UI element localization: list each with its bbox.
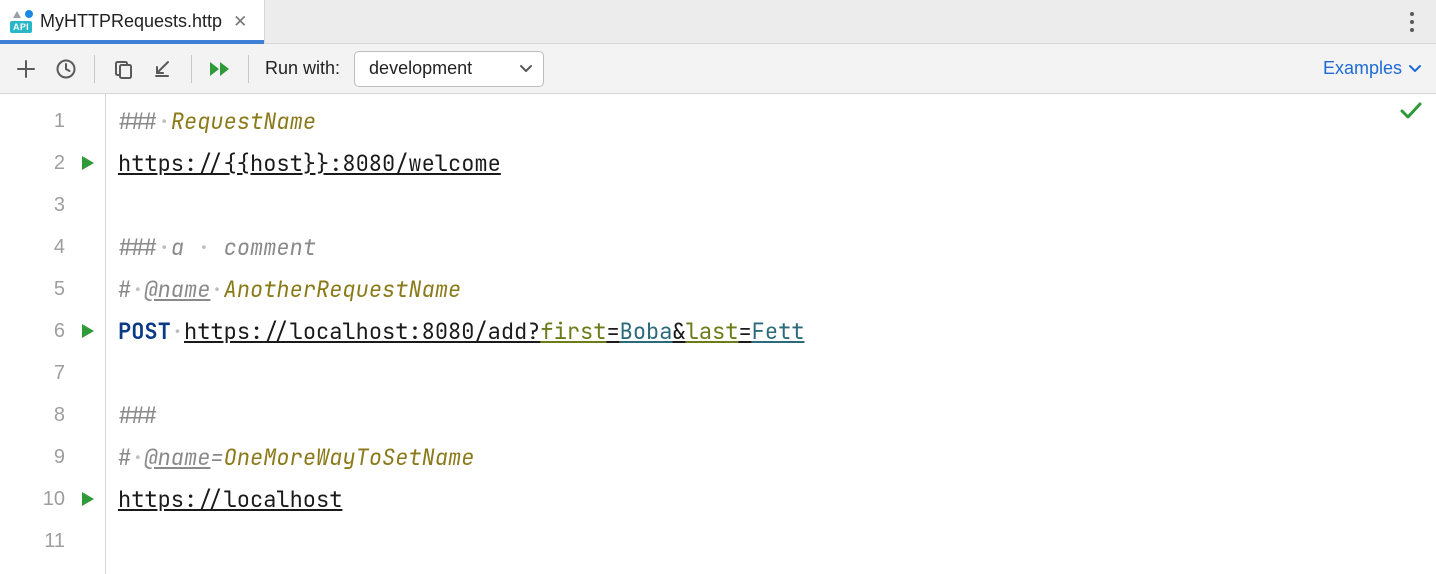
toolbar-separator [94, 55, 95, 83]
token-url: https://localhost:8080/add? [184, 317, 540, 346]
toolbar-separator [248, 55, 249, 83]
run-all-button[interactable] [202, 51, 238, 87]
code-editor[interactable]: 1 2 3 4 5 6 7 8 9 10 11 ### ·RequestName… [0, 94, 1436, 574]
run-with-label: Run with: [265, 58, 340, 79]
code-line [106, 352, 1436, 394]
tab-title: MyHTTPRequests.http [40, 11, 222, 32]
line-number: 5 [37, 278, 65, 301]
code-line [106, 520, 1436, 562]
code-area[interactable]: ### ·RequestName https://{{host}}:8080/w… [106, 94, 1436, 574]
gutter: 1 2 3 4 5 6 7 8 9 10 11 [0, 94, 106, 574]
environment-selected: development [369, 58, 472, 79]
tab-bar: API MyHTTPRequests.http ✕ [0, 0, 1436, 44]
line-number: 6 [37, 320, 65, 343]
token-annotation-value: AnotherRequestName [224, 275, 462, 304]
token-method: POST [118, 317, 171, 346]
line-number: 2 [37, 152, 65, 175]
examples-dropdown[interactable]: Examples [1319, 54, 1426, 83]
token-query-key: last [686, 317, 739, 346]
import-button[interactable] [145, 51, 181, 87]
token-annotation: @name [144, 443, 210, 472]
run-gutter-icon[interactable] [81, 155, 95, 171]
token-url: https://{{host}}:8080/welcome [118, 149, 501, 178]
line-number: 7 [37, 362, 65, 385]
editor-toolbar: Run with: development Examples [0, 44, 1436, 94]
token-comment: a · comment [171, 233, 316, 262]
line-number: 11 [37, 530, 65, 553]
environment-dropdown[interactable]: development [354, 51, 544, 87]
run-gutter-icon[interactable] [81, 491, 95, 507]
copy-button[interactable] [105, 51, 141, 87]
line-number: 8 [37, 404, 65, 427]
token-query-value: Boba [620, 317, 673, 346]
token-hash: # [118, 443, 131, 472]
close-tab-icon[interactable]: ✕ [230, 11, 250, 32]
inspection-ok-icon[interactable] [1400, 102, 1422, 120]
line-number: 3 [37, 194, 65, 217]
token-separator: ### [118, 401, 158, 430]
line-number: 4 [37, 236, 65, 259]
add-request-button[interactable] [8, 51, 44, 87]
token-request-name: RequestName [171, 107, 316, 136]
code-line: ### ·RequestName [106, 100, 1436, 142]
code-line: # ·@name · AnotherRequestName [106, 268, 1436, 310]
http-file-icon: API [10, 11, 32, 33]
code-line: ### ·a · comment [106, 226, 1436, 268]
line-number: 1 [37, 110, 65, 133]
code-line: POST · https://localhost:8080/add?first=… [106, 310, 1436, 352]
code-line: https://{{host}}:8080/welcome [106, 142, 1436, 184]
token-separator: ### [118, 107, 158, 136]
code-line: # ·@name=OneMoreWayToSetName [106, 436, 1436, 478]
history-button[interactable] [48, 51, 84, 87]
line-number: 9 [37, 446, 65, 469]
code-line: ### [106, 394, 1436, 436]
chevron-down-icon [519, 64, 533, 74]
token-hash: # [118, 275, 131, 304]
token-annotation-value: OneMoreWayToSetName [224, 443, 475, 472]
tab-overflow-menu-icon[interactable] [1388, 0, 1436, 43]
chevron-down-icon [1408, 64, 1422, 74]
token-query-key: first [540, 317, 606, 346]
examples-label: Examples [1323, 58, 1402, 79]
token-separator: ### [118, 233, 158, 262]
code-line [106, 184, 1436, 226]
run-gutter-icon[interactable] [81, 323, 95, 339]
line-number: 10 [37, 488, 65, 511]
token-url: https://localhost [118, 485, 342, 514]
toolbar-separator [191, 55, 192, 83]
token-query-value: Fett [752, 317, 805, 346]
file-tab[interactable]: API MyHTTPRequests.http ✕ [0, 0, 265, 43]
code-line: https://localhost [106, 478, 1436, 520]
token-annotation: @name [144, 275, 210, 304]
